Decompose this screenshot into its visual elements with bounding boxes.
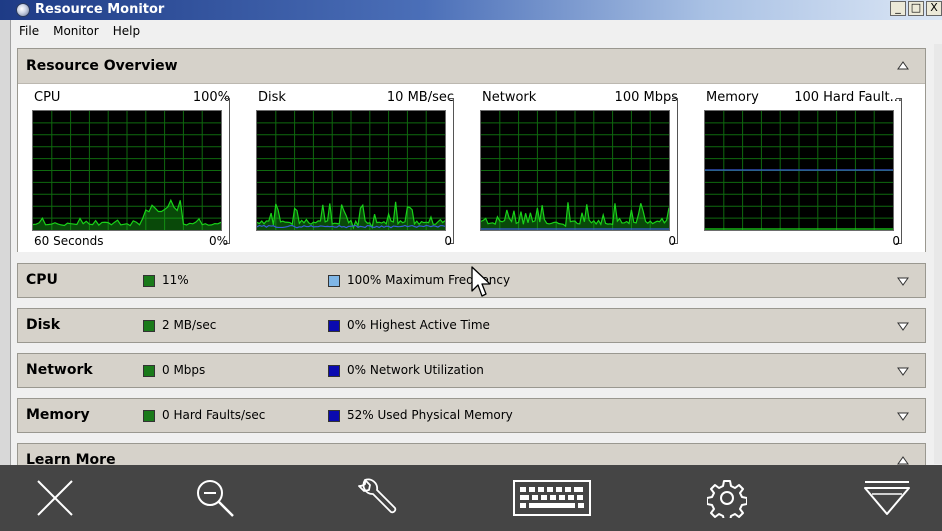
- memory-section-title: Memory: [26, 407, 90, 423]
- network-graph-plot: [480, 110, 670, 231]
- network-io-swatch: [143, 365, 155, 377]
- menu-file[interactable]: File: [12, 22, 46, 42]
- cpu-graph: CPU 100% 60 Seconds 0%: [32, 84, 242, 252]
- wrench-icon[interactable]: [352, 465, 402, 531]
- disk-section-header[interactable]: Disk 2 MB/sec 0% Highest Active Time: [17, 308, 926, 343]
- disk-section-title: Disk: [26, 317, 61, 333]
- memory-graph: Memory 100 Hard Fault... 0: [704, 84, 914, 252]
- left-window-edge: [0, 20, 11, 466]
- right-window-edge: [934, 44, 942, 464]
- disk-active-swatch: [328, 320, 340, 332]
- menu-monitor[interactable]: Monitor: [46, 22, 106, 42]
- cpu-section-title: CPU: [26, 272, 58, 288]
- memory-faults-value: 0 Hard Faults/sec: [162, 408, 266, 422]
- cpu-graph-bracket: [224, 98, 230, 244]
- disk-graph-plot: [256, 110, 446, 231]
- cpu-frequency-swatch: [328, 275, 340, 287]
- keyboard-icon[interactable]: [510, 465, 594, 531]
- memory-used-value: 52% Used Physical Memory: [347, 408, 513, 422]
- memory-graph-bracket: [896, 98, 902, 244]
- close-window-button[interactable]: X: [926, 1, 942, 16]
- cpu-graph-name: CPU: [34, 90, 61, 105]
- expand-chevron-icon[interactable]: [897, 277, 909, 287]
- disk-graph-max: 10 MB/sec: [386, 90, 454, 105]
- title-bar: Resource Monitor _ □ X: [0, 0, 942, 20]
- dropdown-icon[interactable]: [860, 465, 914, 531]
- network-graph: Network 100 Mbps 0: [480, 84, 690, 252]
- memory-graph-plot: [704, 110, 894, 231]
- collapse-chevron-icon[interactable]: [897, 455, 909, 465]
- remote-toolbar: [0, 465, 942, 531]
- expand-chevron-icon[interactable]: [897, 412, 909, 422]
- menu-bar: File Monitor Help: [12, 22, 147, 42]
- network-graph-min: 0: [668, 234, 676, 248]
- network-util-value: 0% Network Utilization: [347, 363, 484, 377]
- network-section-title: Network: [26, 362, 93, 378]
- network-io-value: 0 Mbps: [162, 363, 206, 377]
- expand-chevron-icon[interactable]: [897, 322, 909, 332]
- network-util-swatch: [328, 365, 340, 377]
- resource-overview-header[interactable]: Resource Overview: [18, 49, 925, 83]
- network-section-header[interactable]: Network 0 Mbps 0% Network Utilization: [17, 353, 926, 388]
- menu-help[interactable]: Help: [106, 22, 147, 42]
- disk-io-swatch: [143, 320, 155, 332]
- collapse-chevron-icon[interactable]: [897, 60, 909, 70]
- disk-graph-name: Disk: [258, 90, 286, 105]
- maximize-button[interactable]: □: [908, 1, 924, 16]
- resource-overview-title: Resource Overview: [26, 58, 178, 74]
- network-graph-bracket: [672, 98, 678, 244]
- zoom-out-icon[interactable]: [190, 465, 240, 531]
- memory-faults-swatch: [143, 410, 155, 422]
- resource-monitor-icon: [16, 3, 30, 17]
- memory-section-header[interactable]: Memory 0 Hard Faults/sec 52% Used Physic…: [17, 398, 926, 433]
- network-graph-max: 100 Mbps: [614, 90, 678, 105]
- gear-icon[interactable]: [702, 465, 752, 531]
- cpu-graph-min: 0%: [208, 234, 228, 248]
- close-icon[interactable]: [30, 465, 80, 531]
- cpu-graph-plot: [32, 110, 222, 231]
- memory-graph-min: 0: [892, 234, 900, 248]
- cpu-usage-swatch: [143, 275, 155, 287]
- disk-graph-bracket: [448, 98, 454, 244]
- cpu-graph-time-span: 60 Seconds: [34, 234, 104, 248]
- disk-graph-min: 0: [444, 234, 452, 248]
- cpu-usage-value: 11%: [162, 273, 189, 287]
- expand-chevron-icon[interactable]: [897, 367, 909, 377]
- minimize-button[interactable]: _: [890, 1, 906, 16]
- disk-active-value: 0% Highest Active Time: [347, 318, 490, 332]
- window-title: Resource Monitor: [35, 2, 165, 17]
- resource-overview-panel: Resource Overview CPU 100% 60 Seconds 0%…: [17, 48, 926, 252]
- network-graph-name: Network: [482, 90, 537, 105]
- memory-graph-name: Memory: [706, 90, 759, 105]
- mouse-cursor-icon: [471, 266, 491, 297]
- graph-area: CPU 100% 60 Seconds 0% Disk 10 MB/sec 0 …: [18, 83, 925, 252]
- memory-used-swatch: [328, 410, 340, 422]
- memory-graph-max: 100 Hard Fault...: [794, 90, 902, 105]
- disk-io-value: 2 MB/sec: [162, 318, 217, 332]
- disk-graph: Disk 10 MB/sec 0: [256, 84, 466, 252]
